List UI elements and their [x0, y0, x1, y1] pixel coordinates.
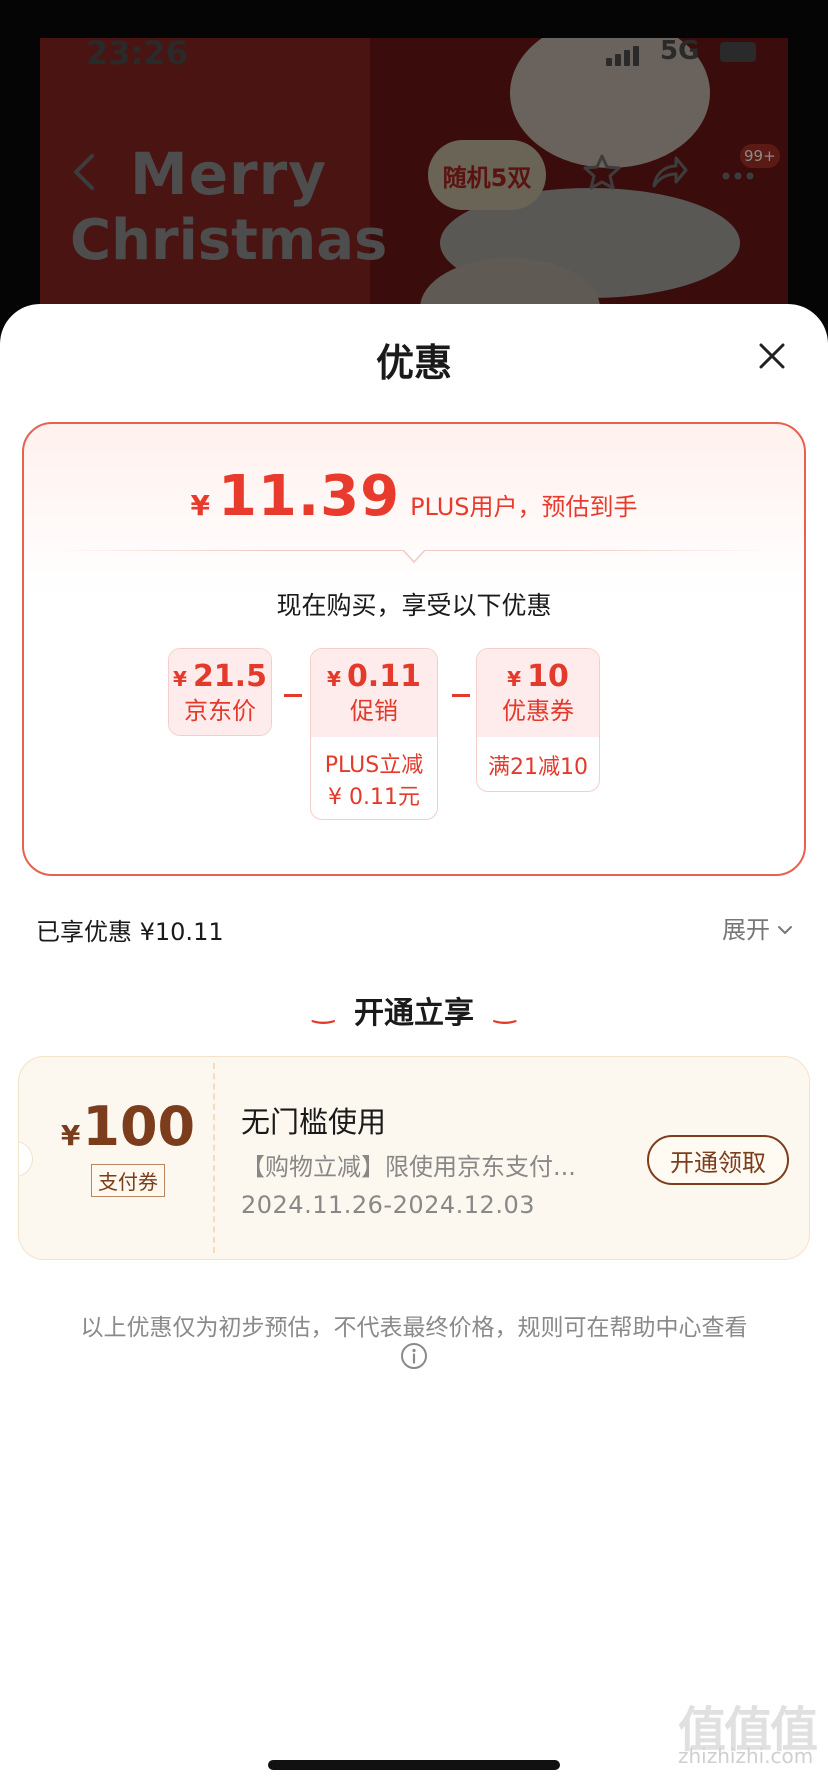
coupon-condition: 满21减10	[488, 755, 588, 780]
status-time: 23:26	[86, 34, 188, 72]
banner-random-tag: 随机5双	[428, 140, 546, 210]
watermark-url: zhizhizhi.com	[678, 1744, 814, 1768]
breakdown-currency: ¥	[173, 666, 187, 691]
banner-christmas-text: Christmas	[70, 208, 388, 273]
decor-curl-icon: ‿	[494, 995, 516, 1025]
disclaimer-text: 以上优惠仅为初步预估，不代表最终价格，规则可在帮助中心查看	[80, 1315, 748, 1341]
back-arrow-icon[interactable]	[70, 152, 98, 199]
coupon-title: 无门槛使用	[241, 1105, 387, 1139]
discount-sheet: 优惠 ¥ 11.39 PLUS用户，预估到手 现在购买，享受以下优惠 ¥21.5…	[0, 304, 828, 1792]
banner-merry-text: Merry	[130, 140, 328, 208]
promotion-detail: PLUS立减	[324, 753, 424, 778]
minus-sign	[452, 694, 470, 697]
breakdown-label: 优惠券	[502, 696, 574, 725]
breakdown-label: 京东价	[184, 696, 256, 725]
breakdown-amount: 10	[527, 658, 569, 694]
decor-curl-icon: ‿	[312, 995, 334, 1025]
coupon-amount: 100	[82, 1095, 196, 1158]
price-summary-card: ¥ 11.39 PLUS用户，预估到手 现在购买，享受以下优惠 ¥21.5 京东…	[22, 422, 806, 876]
signal-icon	[606, 42, 640, 66]
expand-button[interactable]: 展开	[722, 910, 794, 945]
coupon-description: 【购物立减】限使用京东支付...	[241, 1153, 576, 1181]
breakdown-currency: ¥	[327, 666, 341, 691]
open-section-label: 开通立享	[354, 996, 474, 1031]
minus-sign	[284, 694, 302, 697]
coupon-currency: ¥	[60, 1119, 81, 1152]
coupon-separator	[213, 1063, 215, 1253]
share-icon[interactable]	[648, 152, 688, 199]
open-and-claim-button[interactable]: 开通领取	[647, 1135, 789, 1185]
coupon-amount-block: ¥ 100 支付券	[43, 1095, 213, 1198]
promotion-detail: ¥ 0.11元	[328, 785, 420, 810]
breakdown-currency: ¥	[507, 666, 522, 691]
status-bar: 23:26 5G	[0, 30, 828, 78]
price-breakdown: ¥21.5 京东价 ¥0.11 促销 PLUS立减 ¥ 0.11元 ¥ 10 优…	[24, 424, 804, 878]
breakdown-coupon: ¥10 优惠券 满21减10	[476, 648, 600, 792]
battery-icon	[720, 42, 756, 62]
breakdown-jd-price: ¥21.5 京东价	[168, 648, 272, 736]
chevron-down-icon	[776, 914, 794, 942]
coupon-date-range: 2024.11.26-2024.12.03	[241, 1191, 535, 1219]
payment-coupon-card: ¥ 100 支付券 无门槛使用 【购物立减】限使用京东支付... 2024.11…	[18, 1056, 810, 1260]
info-icon[interactable]	[400, 1342, 428, 1370]
open-section-title: ‿ 开通立享 ‿	[0, 988, 828, 1032]
product-page-background: Merry Christmas 随机5双 23:26 5G 99+	[0, 0, 828, 340]
coupon-notch	[19, 1141, 33, 1177]
close-icon[interactable]	[752, 336, 792, 376]
message-count-badge: 99+	[740, 144, 780, 168]
star-icon[interactable]	[582, 152, 622, 199]
breakdown-amount: 21.5	[192, 658, 267, 694]
breakdown-promotion: ¥0.11 促销 PLUS立减 ¥ 0.11元	[310, 648, 438, 820]
enjoyed-discount-total: 已享优惠 ¥10.11	[36, 918, 224, 946]
home-indicator[interactable]	[268, 1760, 560, 1770]
breakdown-amount: 0.11	[346, 658, 421, 694]
sheet-title: 优惠	[375, 341, 452, 385]
breakdown-label: 促销	[350, 696, 398, 725]
coupon-type-tag: 支付券	[91, 1164, 165, 1198]
expand-label: 展开	[722, 916, 770, 944]
network-type: 5G	[660, 36, 700, 66]
